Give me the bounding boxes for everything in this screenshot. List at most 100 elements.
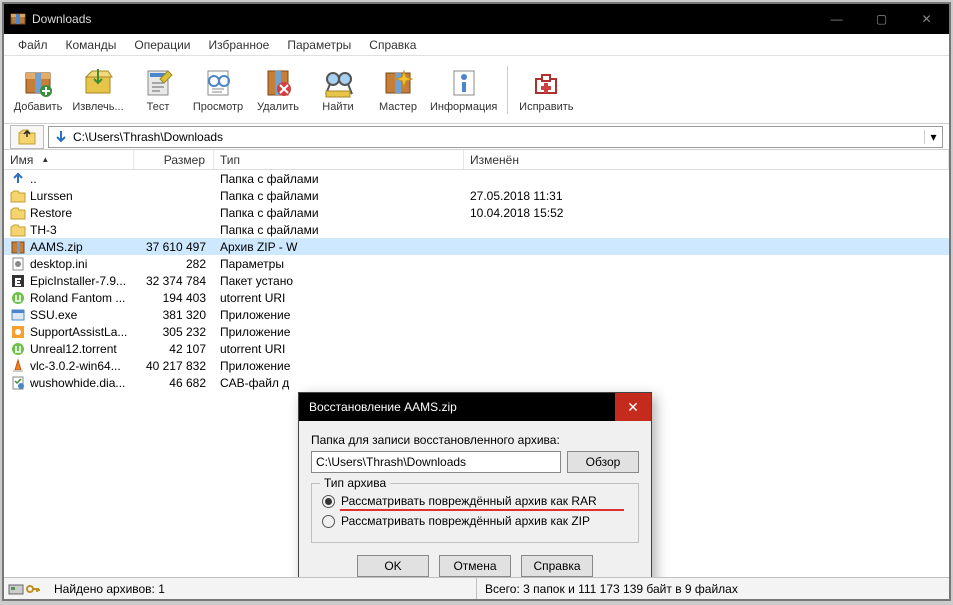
menu-help[interactable]: Справка [361,36,424,54]
status-right-text: Всего: 3 папок и 111 173 139 байт в 9 фа… [477,582,746,596]
dialog-close-button[interactable]: ✕ [615,393,651,421]
file-row[interactable]: wushowhide.dia...46 682CAB-файл д [4,374,949,391]
menu-commands[interactable]: Команды [58,36,125,54]
menu-options[interactable]: Параметры [279,36,359,54]
col-modified[interactable]: Изменён [464,150,949,169]
file-row[interactable]: SupportAssistLa...305 232Приложение [4,323,949,340]
window-title: Downloads [32,12,814,26]
delete-icon [262,67,294,99]
toolbar-separator [507,66,508,114]
radio-zip-input[interactable] [322,515,335,528]
toolbar: Добавить Извлечь... Тест Просмотр Удалит… [4,56,949,124]
file-type: Папка с файлами [214,189,464,203]
disk-icon [8,582,24,596]
file-row[interactable]: Unreal12.torrent42 107utorrent URI [4,340,949,357]
path-dropdown-icon[interactable]: ▾ [924,130,942,144]
tool-info[interactable]: Информация [430,67,497,113]
menu-operations[interactable]: Операции [126,36,198,54]
folder-up-icon [18,128,36,146]
path-text: C:\Users\Thrash\Downloads [73,130,924,144]
file-row[interactable]: AAMS.zip37 610 497Архив ZIP - W [4,238,949,255]
ok-button[interactable]: OK [357,555,429,577]
file-type: Приложение [214,308,464,322]
file-size: 46 682 [134,376,214,390]
key-icon [26,582,40,596]
file-type: utorrent URI [214,291,464,305]
col-type[interactable]: Тип [214,150,464,169]
file-icon [10,205,26,221]
statusbar: Найдено архивов: 1 Всего: 3 папок и 111 … [4,577,949,599]
file-row[interactable]: Lurssen Папка с файлами27.05.2018 11:31 [4,187,949,204]
file-name: desktop.ini [30,257,87,271]
tool-view[interactable]: Просмотр [190,67,246,113]
file-row[interactable]: Roland Fantom ... 194 403utorrent URI [4,289,949,306]
radio-rar-input[interactable] [322,495,335,508]
radio-rar[interactable]: Рассматривать повреждённый архив как RAR [322,494,628,508]
file-modified: 10.04.2018 15:52 [464,206,949,220]
file-icon [10,375,26,391]
file-name: EpicInstaller-7.9... [30,274,126,288]
file-icon [10,239,26,255]
col-name[interactable]: Имя▲ [4,150,134,169]
browse-button[interactable]: Обзор [567,451,639,473]
file-icon [10,171,26,187]
menu-favorites[interactable]: Избранное [201,36,278,54]
dialog-title: Восстановление AAMS.zip [309,400,615,414]
status-left-text: Найдено архивов: 1 [46,582,173,596]
file-icon [10,273,26,289]
file-type: Папка с файлами [214,206,464,220]
file-size: 40 217 832 [134,359,214,373]
col-size[interactable]: Размер [134,150,214,169]
file-row[interactable]: SSU.exe381 320Приложение [4,306,949,323]
dialog-titlebar[interactable]: Восстановление AAMS.zip ✕ [299,393,651,421]
file-name: Roland Fantom ... [30,291,125,305]
file-row[interactable]: EpicInstaller-7.9...32 374 784Пакет уста… [4,272,949,289]
path-combo[interactable]: C:\Users\Thrash\Downloads ▾ [48,126,943,148]
tool-test[interactable]: Тест [130,67,186,113]
file-row[interactable]: desktop.ini282Параметры [4,255,949,272]
menu-file[interactable]: Файл [10,36,56,54]
file-icon [10,341,26,357]
tool-repair[interactable]: Исправить [518,67,574,113]
minimize-button[interactable]: — [814,4,859,34]
folder-input[interactable] [311,451,561,473]
file-name: Lurssen [30,189,73,203]
radio-zip[interactable]: Рассматривать повреждённый архив как ZIP [322,514,628,528]
file-icon [10,256,26,272]
file-size: 305 232 [134,325,214,339]
file-type: CAB-файл д [214,376,464,390]
file-icon [10,307,26,323]
close-button[interactable]: ✕ [904,4,949,34]
app-icon [10,11,26,27]
maximize-button[interactable]: ▢ [859,4,904,34]
tool-add[interactable]: Добавить [10,67,66,113]
file-row[interactable]: TH-3Папка с файлами [4,221,949,238]
info-icon [448,67,480,99]
repair-dialog: Восстановление AAMS.zip ✕ Папка для запи… [298,392,652,577]
file-size: 194 403 [134,291,214,305]
cancel-button[interactable]: Отмена [439,555,511,577]
red-underline [340,509,624,511]
file-row[interactable]: vlc-3.0.2-win64...40 217 832Приложение [4,357,949,374]
find-icon [322,67,354,99]
view-icon [202,67,234,99]
tool-wizard[interactable]: Мастер [370,67,426,113]
file-type: Архив ZIP - W [214,240,464,254]
file-type: Пакет устано [214,274,464,288]
up-button[interactable] [10,125,44,149]
group-legend: Тип архива [320,476,390,490]
status-icons [8,582,40,596]
help-button[interactable]: Справка [521,555,593,577]
file-icon [10,222,26,238]
titlebar: Downloads — ▢ ✕ [4,4,949,34]
tool-find[interactable]: Найти [310,67,366,113]
file-modified: 27.05.2018 11:31 [464,189,949,203]
file-row[interactable]: RestoreПапка с файлами10.04.2018 15:52 [4,204,949,221]
down-arrow-blue-icon [53,129,69,145]
tool-extract[interactable]: Извлечь... [70,67,126,113]
file-list[interactable]: ..Папка с файлами Lurssen Папка с файлами2… [4,170,949,577]
tool-delete[interactable]: Удалить [250,67,306,113]
file-name: SupportAssistLa... [30,325,127,339]
file-row[interactable]: ..Папка с файлами [4,170,949,187]
file-size: 37 610 497 [134,240,214,254]
